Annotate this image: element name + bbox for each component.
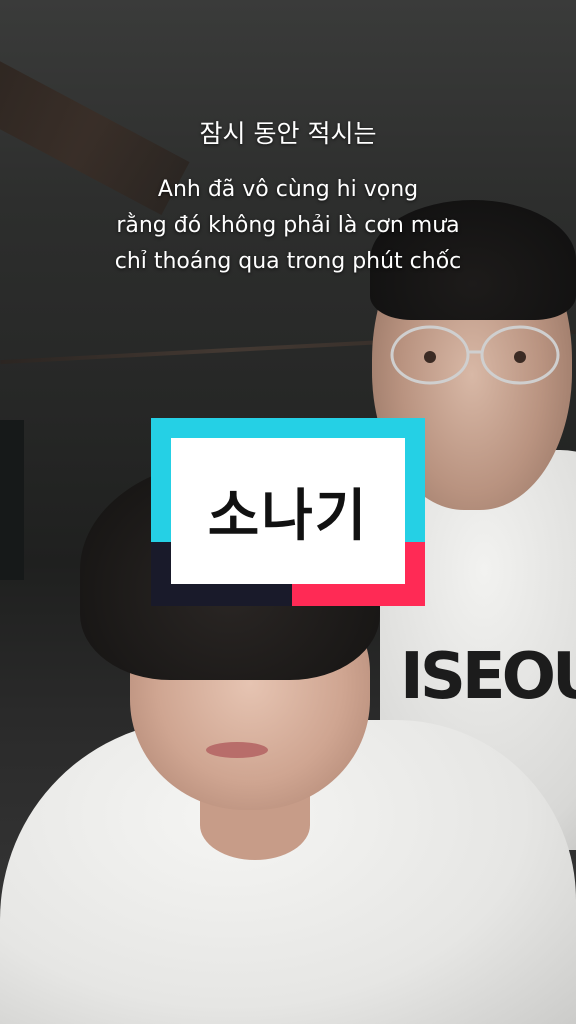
video-frame[interactable]: ISEOU 잠시 동안 적시는 Anh đã vô cùng hi vọng r… — [0, 0, 576, 1024]
lyrics-overlay: 잠시 동안 적시는 Anh đã vô cùng hi vọng rằng đó… — [0, 118, 576, 280]
lyric-vietnamese-line-3: chỉ thoáng qua trong phút chốc — [114, 249, 462, 274]
front-person-lips — [206, 742, 268, 758]
song-title-card: 소나기 — [151, 418, 425, 606]
song-title: 소나기 — [207, 483, 369, 549]
lyric-vietnamese-line-2: rằng đó không phải là cơn mưa — [116, 213, 460, 238]
lyric-korean: 잠시 동안 적시는 — [199, 119, 377, 148]
shirt-print-text: ISEOU — [400, 640, 576, 714]
wall-shadow — [0, 420, 24, 580]
lyric-vietnamese-line-1: Anh đã vô cùng hi vọng — [157, 177, 419, 202]
glasses-icon — [390, 325, 560, 385]
title-card-white-panel: 소나기 — [171, 438, 405, 584]
